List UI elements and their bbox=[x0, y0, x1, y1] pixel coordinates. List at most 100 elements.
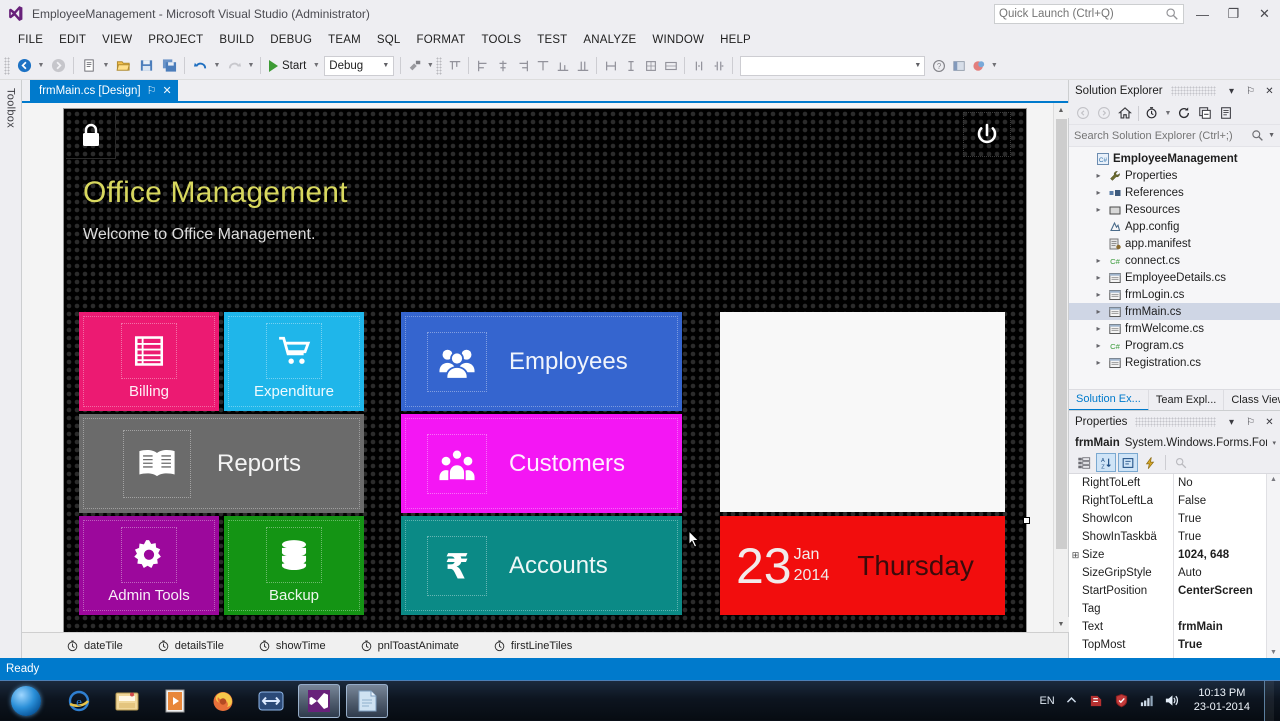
taskbar-notepad-app[interactable] bbox=[346, 683, 388, 718]
save-all-icon[interactable] bbox=[158, 55, 180, 77]
property-row-startposition[interactable]: StartPosition CenterScreen bbox=[1069, 582, 1266, 600]
window-menu-icon[interactable]: ▾ bbox=[1224, 82, 1239, 100]
expander[interactable]: ▸ bbox=[1093, 358, 1104, 367]
power-button[interactable] bbox=[963, 112, 1011, 157]
header-drag-grip[interactable] bbox=[1170, 86, 1216, 96]
close-icon[interactable]: ✕ bbox=[1262, 82, 1277, 100]
form-resize-handle-right[interactable] bbox=[1023, 517, 1030, 524]
tray-item-pnltoastanimate[interactable]: pnlToastAnimate bbox=[360, 639, 459, 652]
undo-dropdown-icon[interactable]: ▼ bbox=[212, 55, 222, 77]
tree-node-references[interactable]: ▸ References bbox=[1069, 184, 1280, 201]
expander[interactable]: ▸ bbox=[1093, 273, 1104, 282]
align-centers-icon[interactable] bbox=[493, 56, 512, 75]
menu-edit[interactable]: EDIT bbox=[51, 31, 94, 49]
tree-node-app-config[interactable]: App.config bbox=[1069, 218, 1280, 235]
properties-icon[interactable] bbox=[1216, 103, 1236, 123]
help-icon[interactable]: ? bbox=[929, 56, 948, 75]
tab-class-view[interactable]: Class View bbox=[1224, 390, 1280, 411]
property-value[interactable]: 1024, 648 bbox=[1174, 549, 1266, 561]
tree-node-program-cs[interactable]: ▸ C# Program.cs bbox=[1069, 337, 1280, 354]
forward-icon[interactable] bbox=[1094, 103, 1114, 123]
tile-employees[interactable]: Employees bbox=[401, 312, 682, 411]
align-middles-icon[interactable] bbox=[533, 56, 552, 75]
scroll-down-arrow-icon[interactable]: ▼ bbox=[1270, 647, 1277, 658]
property-row-topmost[interactable]: TopMost True bbox=[1069, 636, 1266, 654]
decrease-spacing-icon[interactable] bbox=[709, 56, 728, 75]
find-combo[interactable]: ▼ bbox=[740, 55, 926, 76]
open-file-icon[interactable] bbox=[112, 55, 134, 77]
solution-explorer-tree[interactable]: C# EmployeeManagement ▸ Properties ▸ Ref… bbox=[1069, 147, 1280, 389]
tile-backup[interactable]: Backup bbox=[224, 516, 364, 615]
tray-item-datetile[interactable]: dateTile bbox=[66, 639, 123, 652]
designer-vertical-scrollbar[interactable]: ▲ ▼ bbox=[1053, 103, 1069, 632]
properties-grid[interactable]: RightToLeft No RightToLeftLa False ShowI… bbox=[1069, 474, 1280, 658]
menu-build[interactable]: BUILD bbox=[211, 31, 262, 49]
menu-sql[interactable]: SQL bbox=[369, 31, 409, 49]
undo-icon[interactable] bbox=[189, 55, 211, 77]
window-menu-icon[interactable]: ▾ bbox=[1224, 413, 1239, 431]
tab-order-icon[interactable] bbox=[661, 56, 680, 75]
solution-configuration-combo[interactable]: Debug ▼ bbox=[324, 55, 395, 76]
attach-dropdown-icon[interactable]: ▼ bbox=[425, 55, 435, 77]
make-same-width-icon[interactable] bbox=[601, 56, 620, 75]
property-row-righttoleftlayout[interactable]: RightToLeftLa False bbox=[1069, 492, 1266, 510]
property-row-tag[interactable]: Tag bbox=[1069, 600, 1266, 618]
collapse-all-icon[interactable] bbox=[1195, 103, 1215, 123]
toolbox-strip[interactable]: Toolbox bbox=[0, 80, 22, 658]
overflow-dropdown-icon[interactable]: ▼ bbox=[989, 55, 999, 77]
chevron-down-icon[interactable]: ▼ bbox=[1268, 132, 1275, 139]
property-value[interactable]: False bbox=[1174, 495, 1266, 507]
menu-window[interactable]: WINDOW bbox=[644, 31, 712, 49]
tree-node-frmlogin-cs[interactable]: ▸ frmLogin.cs bbox=[1069, 286, 1280, 303]
taskbar-media-player[interactable] bbox=[154, 684, 196, 718]
tray-item-firstlinetiles[interactable]: firstLineTiles bbox=[493, 639, 572, 652]
scroll-thumb[interactable] bbox=[1055, 119, 1067, 549]
expander[interactable]: ▸ bbox=[1093, 171, 1104, 180]
scroll-up-arrow-icon[interactable]: ▲ bbox=[1270, 474, 1277, 485]
taskbar-screen-recorder[interactable] bbox=[250, 684, 292, 718]
toolbar-grip-2[interactable] bbox=[436, 56, 443, 75]
row-expander[interactable]: ⊞ bbox=[1069, 550, 1082, 561]
designer-surface[interactable]: Office Management Welcome to Office Mana… bbox=[22, 103, 1053, 632]
menu-tools[interactable]: TOOLS bbox=[473, 31, 529, 49]
new-project-dropdown-icon[interactable]: ▼ bbox=[101, 55, 111, 77]
close-icon[interactable]: ✕ bbox=[1262, 413, 1277, 431]
home-icon[interactable] bbox=[1115, 103, 1135, 123]
expander[interactable]: ▸ bbox=[1093, 341, 1104, 350]
chevron-down-icon[interactable]: ▾ bbox=[1272, 439, 1276, 447]
property-pages-icon[interactable] bbox=[1171, 453, 1191, 472]
pin-icon[interactable]: ⚐ bbox=[1243, 82, 1258, 100]
categorized-icon[interactable] bbox=[1074, 453, 1094, 472]
new-project-icon[interactable] bbox=[78, 55, 100, 77]
header-drag-grip[interactable] bbox=[1135, 417, 1216, 427]
properties-scrollbar[interactable]: ▲ ▼ bbox=[1266, 474, 1280, 658]
toolbar-grip[interactable] bbox=[4, 56, 10, 75]
taskbar-windows-explorer[interactable] bbox=[106, 684, 148, 718]
menu-file[interactable]: FILE bbox=[10, 31, 51, 49]
language-indicator[interactable]: EN bbox=[1039, 695, 1054, 707]
tab-solution-explorer[interactable]: Solution Ex... bbox=[1069, 389, 1149, 411]
align-bottoms-icon[interactable] bbox=[553, 56, 572, 75]
winform-frmmain[interactable]: Office Management Welcome to Office Mana… bbox=[64, 109, 1026, 632]
network-icon[interactable] bbox=[1138, 692, 1155, 709]
alphabetical-icon[interactable]: AZ bbox=[1096, 453, 1116, 472]
start-button[interactable] bbox=[4, 683, 48, 719]
color-palette-icon[interactable] bbox=[969, 56, 988, 75]
restore-button[interactable]: ❐ bbox=[1218, 0, 1249, 28]
property-row-righttoleft[interactable]: RightToLeft No bbox=[1069, 474, 1266, 492]
tile-admin-tools[interactable]: Admin Tools bbox=[79, 516, 219, 615]
close-button[interactable]: ✕ bbox=[1249, 0, 1280, 28]
properties-icon[interactable] bbox=[1118, 453, 1138, 472]
align-tops-icon[interactable] bbox=[445, 56, 464, 75]
refresh-icon[interactable] bbox=[1174, 103, 1194, 123]
quick-launch-box[interactable] bbox=[994, 4, 1184, 24]
minimize-button[interactable]: — bbox=[1187, 0, 1218, 28]
expander[interactable]: ▸ bbox=[1093, 290, 1104, 299]
chevron-down-icon[interactable]: ▼ bbox=[1163, 102, 1173, 124]
date-tile[interactable]: 23 Jan 2014 Thursday bbox=[720, 516, 1005, 615]
align-rights-icon[interactable] bbox=[513, 56, 532, 75]
expander[interactable]: ▸ bbox=[1093, 188, 1104, 197]
tree-node-app-manifest[interactable]: app.manifest bbox=[1069, 235, 1280, 252]
menu-help[interactable]: HELP bbox=[712, 31, 759, 49]
back-icon[interactable] bbox=[1073, 103, 1093, 123]
